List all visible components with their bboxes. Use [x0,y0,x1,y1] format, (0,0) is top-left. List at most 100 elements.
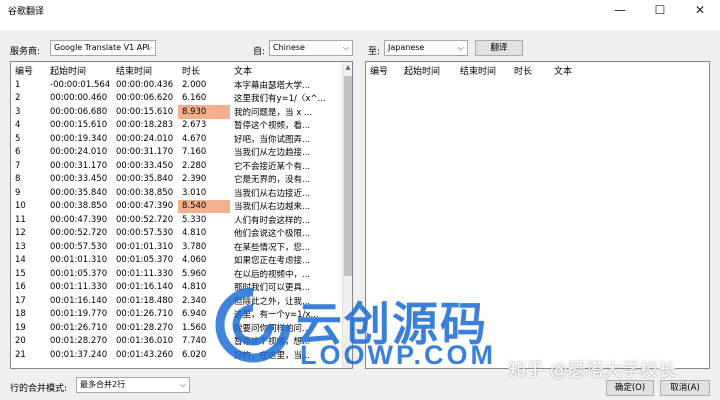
duration-cell: 3.780 [182,241,207,252]
end-time-cell: 00:01:11.330 [116,268,174,279]
end-time-cell: 00:00:47.390 [116,201,174,212]
watermark-url: LOOWP.COM [300,340,497,370]
table-row[interactable]: 14 00:01:01.310 00:01:05.370 4.060 如果您正在考虑接.… [11,254,342,268]
service-label: 服务商: [10,47,41,57]
row-number-cell: 17 [15,295,26,306]
table-row[interactable]: 11 00:00:47.390 00:00:52.720 5.330 人们有时会这样的.… [11,213,342,227]
from-language-select[interactable]: Chinese ⌵ [269,40,353,56]
duration-cell: 2.000 [182,79,207,90]
merge-mode-select[interactable]: 最多合并2行 ⌵ [76,377,190,393]
duration-cell: 4.670 [182,133,207,144]
end-time-cell: 00:00:00.436 [116,79,174,90]
minimize-button[interactable]: — [600,0,640,20]
start-time-cell: 00:00:31.170 [50,160,108,171]
start-time-cell: 00:01:01.310 [50,255,108,266]
end-time-cell: 00:00:31.170 [116,147,174,158]
end-time-cell: 00:00:24.010 [116,133,174,144]
from-language-value: Chinese [273,43,305,52]
watermark-logo-icon [215,287,291,363]
table-row[interactable]: 3 00:00:06.680 00:00:15.610 8.930 我的问题是，当 x … [11,105,342,119]
duration-cell: 5.960 [182,268,207,279]
row-number-cell: 3 [15,106,21,117]
subtitle-text-cell: 我的问题是，当 x ... [234,107,313,118]
merge-mode-label: 行的合并模式: [10,384,68,394]
table-row[interactable]: 5 00:00:19.340 00:00:24.010 4.670 好吧，当你试图弄..… [11,132,342,146]
source-col-header[interactable]: 编号 [11,62,46,78]
table-row[interactable]: 8 00:00:33.450 00:00:35.840 2.390 它是无界的，没有..… [11,173,342,187]
row-number-cell: 16 [15,282,26,293]
source-col-header[interactable]: 结束时间 [112,62,178,78]
title-bar: 谷歌翻译 — ☐ ✕ [0,0,720,30]
duration-cell: 8.540 [178,199,230,213]
to-language-select[interactable]: Japanese ⌵ [384,40,468,56]
subtitle-text-cell: 它不会接近某个有... [234,161,311,172]
row-number-cell: 11 [15,214,26,225]
end-time-cell: 00:01:01.310 [116,241,174,252]
subtitle-text-cell: 当我们从右边接近... [234,188,311,199]
start-time-cell: 00:00:52.720 [50,228,108,239]
end-time-cell: 00:00:38.850 [116,187,174,198]
row-number-cell: 15 [15,268,26,279]
cancel-button[interactable]: 取消(A) [660,380,710,396]
to-label: 至: [368,47,381,57]
source-col-header[interactable]: 起始时间 [46,62,112,78]
translate-button[interactable]: 翻译 [475,40,523,56]
table-row[interactable]: 12 00:00:52.720 00:00:57.530 4.810 他们会说这个极限.… [11,227,342,241]
start-time-cell: 00:01:05.370 [50,268,108,279]
start-time-cell: 00:00:00.460 [50,93,108,104]
chevron-down-icon: ⌵ [342,43,349,52]
subtitle-text-cell: 当我们从左边趋接... [234,148,311,159]
table-row[interactable]: 10 00:00:38.850 00:00:47.390 8.540 当我们从右边越来.… [11,199,342,213]
row-number-cell: 20 [15,336,26,347]
subtitle-text-cell: 当我们从右边越来... [234,202,311,213]
scrollbar-thumb[interactable] [344,76,352,276]
table-row[interactable]: 7 00:00:31.170 00:00:33.450 2.280 它不会接近某个有..… [11,159,342,173]
row-number-cell: 18 [15,309,26,320]
duration-cell: 7.160 [182,147,207,158]
subtitle-text-cell: 它是无界的，没有... [234,175,311,186]
table-row[interactable]: 1 -00:00:01.564 00:00:00.436 2.000 本字幕由瑟塔大学.… [11,78,342,92]
maximize-button[interactable]: ☐ [640,0,680,20]
duration-cell: 2.390 [182,174,207,185]
duration-cell: 8.930 [178,105,230,119]
end-time-cell: 00:00:57.530 [116,228,174,239]
close-button[interactable]: ✕ [680,0,720,20]
chevron-down-icon: ⌵ [145,43,152,52]
duration-cell: 5.330 [182,214,207,225]
table-row[interactable]: 9 00:00:35.840 00:00:38.850 3.010 当我们从右边接近..… [11,186,342,200]
merge-mode-value: 最多合并2行 [80,380,126,389]
end-time-cell: 00:01:28.270 [116,322,174,333]
source-col-header[interactable]: 文本 [230,62,342,78]
duration-cell: 2.280 [182,160,207,171]
subtitle-text-cell: 在某些情况下，您... [234,242,311,253]
ok-button[interactable]: 确定(O) [606,380,654,396]
target-col-header[interactable]: 编号 [366,62,400,78]
target-col-header[interactable]: 起始时间 [400,62,456,78]
table-row[interactable]: 6 00:00:24.010 00:00:31.170 7.160 当我们从左边趋接..… [11,146,342,160]
watermark-credit: 知乎 @瑟塔大学校长 [508,360,676,381]
table-row[interactable]: 2 00:00:00.460 00:00:06.620 6.160 这里我们有y=1/〈… [11,92,342,106]
duration-cell: 2.673 [182,120,207,131]
service-select[interactable]: Google Translate V1 API ⌵ [50,40,156,56]
subtitle-text-cell: 他们会说这个极限... [234,229,311,240]
source-col-header[interactable]: 时长 [178,62,230,78]
target-col-header[interactable]: 文本 [550,62,650,78]
start-time-cell: 00:01:28.270 [50,336,108,347]
table-row[interactable]: 15 00:01:05.370 00:01:11.330 5.960 在以后的视频中，.… [11,267,342,281]
start-time-cell: 00:01:11.330 [50,282,108,293]
table-row[interactable]: 4 00:00:15.610 00:00:18.283 2.673 暂停这个视频，看..… [11,119,342,133]
row-number-cell: 1 [15,79,21,90]
target-col-header[interactable]: 结束时间 [456,62,510,78]
scroll-up-icon[interactable]: ▲ [343,62,352,74]
duration-cell: 4.810 [182,228,207,239]
chevron-down-icon: ⌵ [179,380,186,389]
target-col-header[interactable]: 时长 [510,62,550,78]
table-row[interactable]: 13 00:00:57.530 00:01:01.310 3.780 在某些情况下，您.… [11,240,342,254]
duration-cell: 6.160 [182,93,207,104]
row-number-cell: 14 [15,255,26,266]
start-time-cell: 00:00:38.850 [50,201,108,212]
start-time-cell: 00:01:16.140 [50,295,108,306]
row-number-cell: 6 [15,147,21,158]
window-title: 谷歌翻译 [8,7,45,17]
to-language-value: Japanese [388,43,425,52]
